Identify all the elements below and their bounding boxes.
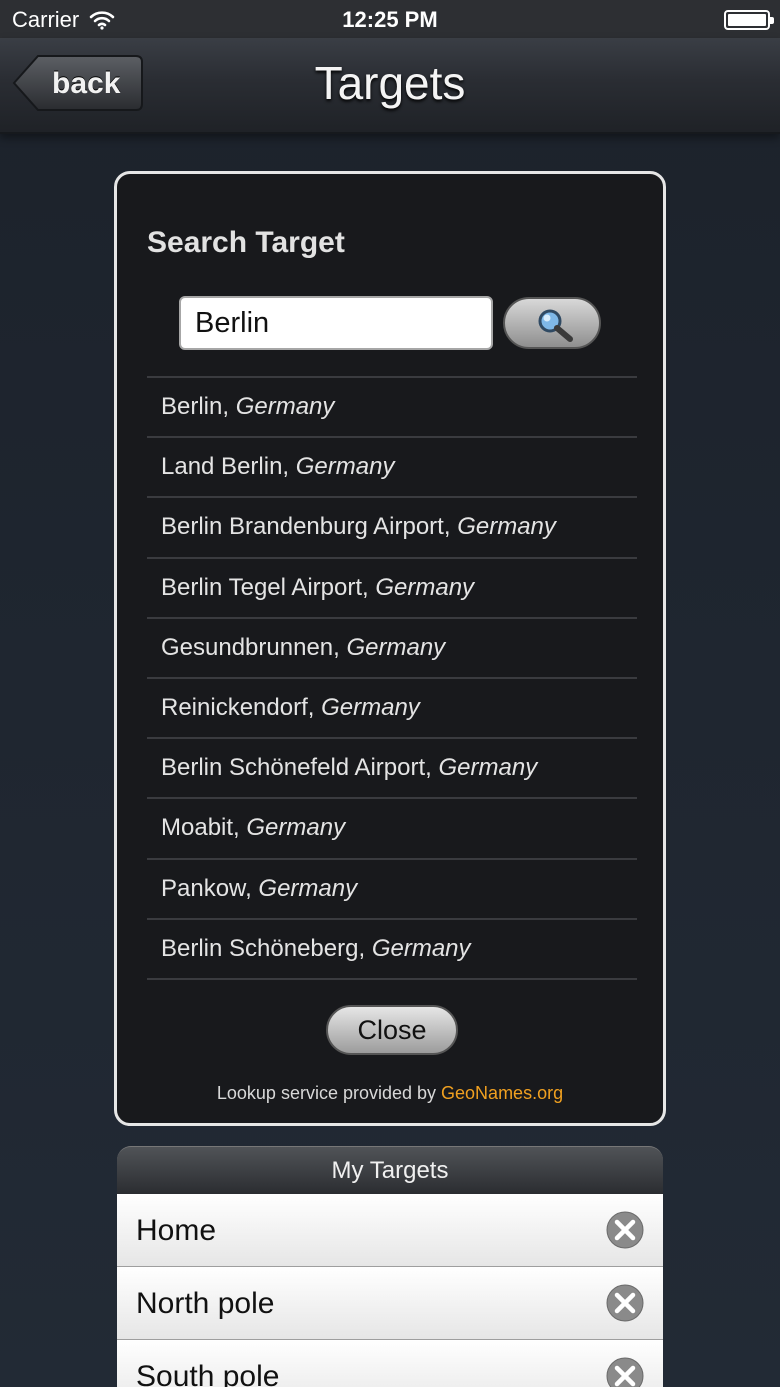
page-title: Targets bbox=[314, 57, 466, 109]
delete-icon[interactable] bbox=[605, 1283, 645, 1323]
my-targets-header: My Targets bbox=[117, 1146, 663, 1194]
target-row[interactable]: Home bbox=[117, 1194, 663, 1267]
result-place: Berlin Schönefeld Airport bbox=[161, 754, 426, 782]
target-label: South pole bbox=[136, 1360, 280, 1387]
result-country: Germany bbox=[346, 633, 446, 661]
status-bar: Carrier 12:25 PM bbox=[0, 0, 780, 38]
result-country: Germany bbox=[321, 693, 420, 721]
target-label: North pole bbox=[136, 1287, 275, 1320]
navigation-bar: back Targets bbox=[0, 38, 780, 134]
result-country: Germany bbox=[295, 453, 395, 481]
result-country: Germany bbox=[371, 934, 471, 962]
result-country: Germany bbox=[457, 513, 556, 541]
credit-line: Lookup service provided by GeoNames.org bbox=[117, 1083, 663, 1104]
result-place: Berlin Schöneberg bbox=[161, 934, 359, 962]
search-button[interactable] bbox=[503, 297, 601, 349]
search-result-row[interactable]: Pankow, Germany bbox=[147, 860, 637, 920]
search-result-row[interactable]: Berlin Brandenburg Airport, Germany bbox=[147, 498, 637, 559]
search-result-row[interactable]: Berlin Tegel Airport, Germany bbox=[147, 559, 637, 619]
delete-icon[interactable] bbox=[605, 1210, 645, 1250]
result-place: Berlin Brandenburg Airport bbox=[161, 513, 444, 541]
search-heading: Search Target bbox=[147, 226, 345, 259]
target-label: Home bbox=[136, 1214, 217, 1247]
my-targets-panel: My Targets Home North pole South pole bbox=[117, 1146, 663, 1387]
my-targets-list: Home North pole South pole bbox=[117, 1194, 663, 1387]
search-result-row[interactable]: Reinickendorf, Germany bbox=[147, 679, 637, 740]
clock: 12:25 PM bbox=[342, 7, 438, 32]
result-place: Reinickendorf bbox=[161, 693, 308, 721]
result-country: Germany bbox=[258, 874, 358, 902]
result-place: Moabit bbox=[161, 814, 234, 842]
search-result-row[interactable]: Moabit, Germany bbox=[147, 799, 637, 860]
search-result-row[interactable]: Gesundbrunnen, Germany bbox=[147, 619, 637, 679]
result-place: Land Berlin bbox=[161, 453, 283, 481]
result-place: Berlin Tegel Airport bbox=[161, 573, 362, 601]
search-result-row[interactable]: Berlin Schönefeld Airport, Germany bbox=[147, 739, 637, 800]
target-row[interactable]: South pole bbox=[117, 1340, 663, 1387]
delete-icon[interactable] bbox=[605, 1356, 645, 1387]
result-country: Germany bbox=[438, 754, 538, 782]
geonames-link[interactable]: GeoNames.org bbox=[441, 1083, 563, 1103]
result-place: Gesundbrunnen bbox=[161, 633, 334, 661]
search-result-row[interactable]: Land Berlin, Germany bbox=[147, 438, 637, 499]
result-place: Pankow bbox=[161, 874, 246, 902]
search-input[interactable] bbox=[179, 296, 493, 350]
screen: Carrier 12:25 PM back Targets Search Tar… bbox=[0, 0, 780, 1387]
search-results-list: Berlin, Germany Land Berlin, Germany Berli… bbox=[147, 376, 637, 980]
search-panel: Search Target Berlin, GermanyLand Berlin… bbox=[114, 171, 666, 1126]
battery-icon bbox=[724, 10, 774, 30]
result-country: Germany bbox=[246, 814, 346, 842]
search-result-row[interactable]: Berlin, Germany bbox=[147, 378, 637, 439]
credit-text: Lookup service provided by bbox=[216, 1083, 442, 1103]
close-button[interactable]: Close bbox=[326, 1005, 458, 1055]
result-place: Berlin bbox=[161, 393, 223, 420]
magnifier-icon bbox=[538, 309, 573, 342]
result-country: Germany bbox=[235, 393, 335, 420]
result-country: Germany bbox=[375, 573, 475, 601]
search-result-row[interactable]: Berlin Schöneberg, Germany bbox=[147, 920, 637, 980]
target-row[interactable]: North pole bbox=[117, 1267, 663, 1340]
